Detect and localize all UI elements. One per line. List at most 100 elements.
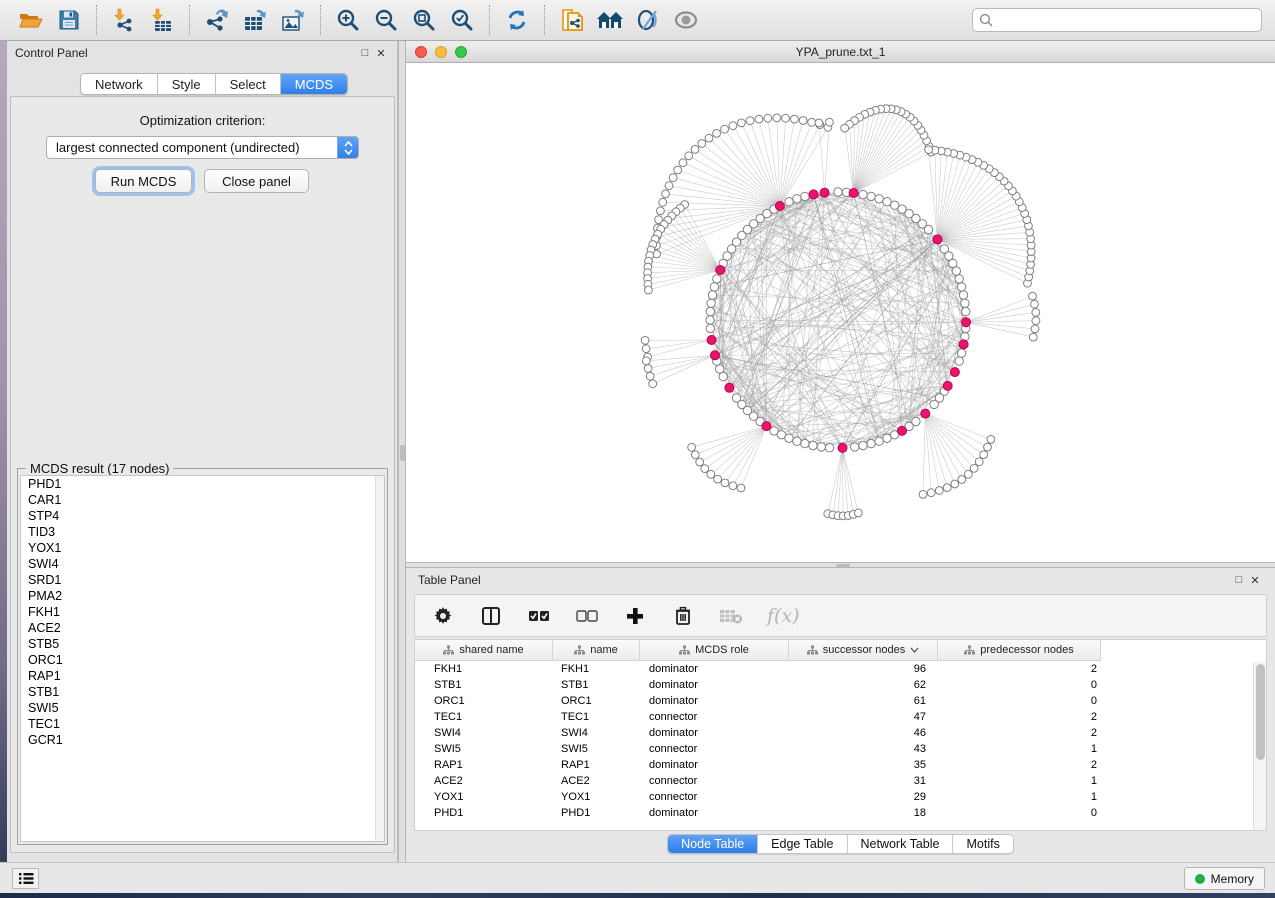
graph-node-mcds[interactable] <box>933 235 942 244</box>
graph-node[interactable] <box>801 192 809 200</box>
table-cell[interactable]: connector <box>640 791 789 803</box>
graph-node[interactable] <box>793 437 801 445</box>
table-cell[interactable]: YOX1 <box>553 791 640 803</box>
graph-node-mcds[interactable] <box>898 426 907 435</box>
close-panel-icon[interactable]: ✕ <box>373 47 389 60</box>
column-header[interactable]: successor nodes <box>789 640 938 661</box>
table-cell[interactable]: connector <box>640 711 789 723</box>
graph-node[interactable] <box>961 299 969 307</box>
table-cell[interactable]: dominator <box>640 679 789 691</box>
graph-node[interactable] <box>642 357 650 365</box>
graph-node[interactable] <box>1031 325 1039 333</box>
graph-node-mcds[interactable] <box>838 443 847 452</box>
graph-node[interactable] <box>958 476 966 484</box>
graph-node[interactable] <box>851 443 859 451</box>
table-cell[interactable]: 62 <box>789 679 938 691</box>
graph-node[interactable] <box>817 443 825 451</box>
graph-node[interactable] <box>721 125 729 133</box>
export-network-button[interactable] <box>200 4 234 36</box>
graph-node[interactable] <box>951 480 959 488</box>
tab-motifs[interactable]: Motifs <box>953 835 1012 853</box>
graph-node[interactable] <box>642 345 650 353</box>
table-cell[interactable]: ACE2 <box>553 775 640 787</box>
memory-button[interactable]: Memory <box>1184 867 1265 890</box>
show-panels-list-button[interactable] <box>12 868 39 889</box>
graph-node-mcds[interactable] <box>943 381 952 390</box>
vertical-splitter[interactable] <box>398 41 406 862</box>
gear-icon[interactable] <box>431 604 455 628</box>
graph-node[interactable] <box>912 417 920 425</box>
result-list-item[interactable]: TEC1 <box>21 716 384 732</box>
table-cell[interactable]: 0 <box>938 679 1101 691</box>
graph-node[interactable] <box>927 489 935 497</box>
graph-node[interactable] <box>659 198 667 206</box>
network-window-titlebar[interactable]: YPA_prune.txt_1 <box>406 41 1275 63</box>
table-cell[interactable]: STB1 <box>415 679 553 691</box>
refresh-button[interactable] <box>500 4 534 36</box>
graph-node[interactable] <box>719 372 727 380</box>
graph-node[interactable] <box>641 336 649 344</box>
graph-node[interactable] <box>867 439 875 447</box>
graph-node-mcds[interactable] <box>921 409 930 418</box>
graph-node[interactable] <box>729 122 737 130</box>
table-cell[interactable]: 2 <box>938 759 1101 771</box>
table-cell[interactable]: dominator <box>640 695 789 707</box>
graph-node[interactable] <box>773 114 781 122</box>
table-cell[interactable]: SWI4 <box>553 727 640 739</box>
close-panel-button[interactable]: Close panel <box>204 169 309 193</box>
graph-node[interactable] <box>1029 292 1037 300</box>
table-scrollbar[interactable] <box>1253 662 1266 830</box>
graph-node[interactable] <box>975 458 983 466</box>
search-input[interactable] <box>998 13 1255 27</box>
graph-node-mcds[interactable] <box>716 266 725 275</box>
close-window-icon[interactable] <box>415 46 427 58</box>
tab-network[interactable]: Network <box>81 74 158 94</box>
criterion-dropdown[interactable]: largest connected component (undirected) <box>46 136 359 159</box>
result-list-item[interactable]: FKH1 <box>21 604 384 620</box>
graph-node[interactable] <box>808 118 816 126</box>
table-cell[interactable]: STB1 <box>553 679 640 691</box>
zoom-selected-button[interactable] <box>445 4 479 36</box>
graph-node[interactable] <box>662 190 670 198</box>
graph-node-mcds[interactable] <box>725 383 734 392</box>
graph-node-mcds[interactable] <box>820 188 829 197</box>
table-row[interactable]: YOX1YOX1connector291 <box>415 789 1266 805</box>
graph-node[interactable] <box>729 482 737 490</box>
table-cell[interactable]: connector <box>640 775 789 787</box>
table-cell[interactable]: 96 <box>789 663 938 675</box>
graph-node[interactable] <box>955 275 963 283</box>
graph-node[interactable] <box>970 464 978 472</box>
graph-node[interactable] <box>764 114 772 122</box>
table-cell[interactable]: dominator <box>640 759 789 771</box>
table-row[interactable]: SWI5SWI5connector431 <box>415 741 1266 757</box>
graph-node[interactable] <box>646 372 654 380</box>
graph-node-mcds[interactable] <box>762 422 771 431</box>
graph-node[interactable] <box>919 491 927 499</box>
graph-node[interactable] <box>698 140 706 148</box>
graph-node[interactable] <box>854 509 862 517</box>
graph-node[interactable] <box>691 146 699 154</box>
table-cell[interactable]: SWI4 <box>415 727 553 739</box>
table-cell[interactable]: ACE2 <box>415 775 553 787</box>
graph-node[interactable] <box>793 195 801 203</box>
graph-node[interactable] <box>825 444 833 452</box>
graph-node[interactable] <box>721 479 729 487</box>
graph-node[interactable] <box>706 324 714 332</box>
deselect-all-icon[interactable] <box>575 604 599 628</box>
graph-node[interactable] <box>957 349 965 357</box>
graph-node[interactable] <box>859 441 867 449</box>
table-row[interactable]: FKH1FKH1dominator962 <box>415 661 1266 677</box>
graph-node[interactable] <box>706 307 714 315</box>
table-cell[interactable]: 46 <box>789 727 938 739</box>
result-list-item[interactable]: CAR1 <box>21 492 384 508</box>
table-cell[interactable]: 0 <box>938 807 1101 819</box>
open-file-button[interactable] <box>14 4 48 36</box>
column-header[interactable]: MCDS role <box>640 640 789 661</box>
graph-node[interactable] <box>785 198 793 206</box>
table-cell[interactable]: 2 <box>938 663 1101 675</box>
graph-node-mcds[interactable] <box>849 189 858 198</box>
result-list-item[interactable]: STB5 <box>21 636 384 652</box>
graph-node[interactable] <box>962 307 970 315</box>
float-panel-icon[interactable]: □ <box>1231 574 1247 586</box>
table-row[interactable]: SWI4SWI4dominator462 <box>415 725 1266 741</box>
